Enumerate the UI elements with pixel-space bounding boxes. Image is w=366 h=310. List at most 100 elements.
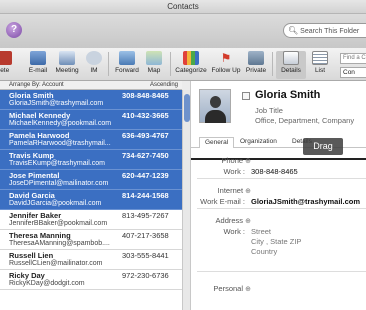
divider	[197, 271, 366, 272]
contact-name: Theresa Manning	[9, 231, 71, 240]
find-contact-input[interactable]: Find a C	[340, 53, 366, 64]
toolbar: ? 🔍︎Search This Folder s	[0, 14, 366, 62]
arrange-by-label[interactable]: Arrange By: Account	[9, 82, 64, 88]
flag-icon: ⚑	[220, 51, 232, 65]
contact-phone: 636-493-4767	[122, 131, 169, 140]
search-field[interactable]: 🔍︎ Search This Folder	[283, 23, 366, 38]
tab-general[interactable]: General	[199, 137, 235, 148]
work-email-label: Work E-mail :	[200, 197, 245, 206]
forward-label: Forward	[115, 67, 139, 74]
contact-phone: 620-447-1239	[122, 171, 169, 180]
contact-name: David Garcia	[9, 191, 55, 200]
work-phone-value[interactable]: 308-848-8465	[251, 167, 298, 176]
contact-email: TheresaAManning@spambob....	[9, 240, 110, 247]
office-field[interactable]: Office, Department, Company	[255, 116, 354, 125]
contact-row[interactable]: David Garcia 814-244-1568 DavidJGarcia@p…	[0, 190, 182, 210]
contact-row[interactable]: Gloria Smith 308-848-8465 GloriaJSmith@t…	[0, 90, 182, 110]
contact-name: Pamela Harwood	[9, 131, 70, 140]
avatar-head	[210, 96, 221, 108]
contact-email: PamelaRHarwood@trashymail...	[9, 140, 111, 147]
contact-phone: 410-432-3665	[122, 111, 169, 120]
job-title-field[interactable]: Job Title	[255, 106, 283, 115]
contact-row[interactable]: Jose Pimental 620-447-1239 JoseDPimental…	[0, 170, 182, 190]
map-label: Map	[147, 67, 161, 74]
contact-email: GloriaJSmith@trashymail.com	[9, 100, 104, 107]
add-personal-icon[interactable]: ⊕	[245, 286, 251, 293]
im-icon	[86, 51, 102, 65]
sort-order-label[interactable]: Ascending	[150, 82, 178, 88]
categorize-button[interactable]: Categorize	[174, 51, 208, 79]
divider	[197, 208, 366, 209]
meeting-icon	[59, 51, 75, 65]
add-internet-icon[interactable]: ⊕	[245, 188, 251, 195]
divider	[197, 178, 366, 179]
tab-organization[interactable]: Organization	[235, 137, 282, 148]
contact-email: MichaelKennedy@pookmail.com	[9, 120, 112, 127]
contact-name: Ricky Day	[9, 271, 45, 280]
delete-button[interactable]: lete	[0, 51, 12, 79]
list-scrollbar[interactable]	[182, 90, 190, 310]
contact-row[interactable]: Pamela Harwood 636-493-4767 PamelaRHarwo…	[0, 130, 182, 150]
contact-email: DavidJGarcia@pookmail.com	[9, 200, 102, 207]
help-button[interactable]: ?	[6, 22, 22, 38]
arrange-bar[interactable]: Arrange By: Account Ascending	[0, 81, 182, 90]
add-phone-icon[interactable]: ⊕	[245, 158, 251, 165]
follow-up-label: Follow Up	[211, 67, 241, 74]
phone-section-label: Phone ⊕	[197, 156, 251, 165]
contact-row[interactable]: Jennifer Baker 813-495-7267 JenniferBBak…	[0, 210, 182, 230]
work-address-label: Work :	[223, 227, 245, 236]
work-email-label-text: Work E-mail	[200, 197, 241, 206]
contact-row[interactable]: Michael Kennedy 410-432-3665 MichaelKenn…	[0, 110, 182, 130]
phone-section-text: Phone	[221, 156, 244, 165]
contact-checkbox[interactable]	[242, 92, 250, 100]
private-button[interactable]: Private	[244, 51, 268, 79]
add-address-icon[interactable]: ⊕	[245, 218, 251, 225]
im-button[interactable]: IM	[86, 51, 102, 79]
contact-full-name[interactable]: Gloria Smith	[255, 89, 320, 101]
email-icon	[30, 51, 46, 65]
avatar-body	[205, 110, 226, 123]
ribbon-divider	[170, 52, 171, 76]
categorize-label: Categorize	[175, 67, 207, 74]
internet-section-text: Internet	[217, 186, 244, 195]
contact-phone: 303-555-8441	[122, 251, 169, 260]
list-button[interactable]: List	[309, 51, 331, 79]
work-email-value[interactable]: GloriaJSmith@trashymail.com	[251, 197, 360, 206]
search-icon: 🔍︎	[288, 26, 299, 35]
details-button[interactable]: Details	[276, 51, 306, 79]
window-titlebar: Contacts	[0, 0, 366, 14]
contact-email: RussellCLien@mailinator.com	[9, 260, 103, 267]
contact-name: Jennifer Baker	[9, 211, 62, 220]
map-icon	[146, 51, 162, 65]
city-state-zip-field[interactable]: City , State ZIP	[251, 237, 301, 246]
contact-row[interactable]: Travis Kump 734-627-7450 TravisEKump@tra…	[0, 150, 182, 170]
contact-name: Jose Pimental	[9, 171, 60, 180]
contact-row[interactable]: Russell Lien 303-555-8441 RussellCLien@m…	[0, 250, 182, 270]
country-field[interactable]: Country	[251, 247, 277, 256]
work-phone-label: Work :	[223, 167, 245, 176]
map-button[interactable]: Map	[144, 51, 164, 79]
avatar[interactable]	[199, 89, 231, 123]
details-icon	[283, 51, 299, 65]
contact-detail-pane: Gloria Smith Job Title Office, Departmen…	[190, 81, 366, 310]
list-icon	[312, 51, 328, 65]
contact-name: Russell Lien	[9, 251, 54, 260]
contact-row[interactable]: Theresa Manning 407-217-3658 TheresaAMan…	[0, 230, 182, 250]
meeting-button[interactable]: Meeting	[54, 51, 80, 79]
contact-list: Gloria Smith 308-848-8465 GloriaJSmith@t…	[0, 90, 182, 310]
delete-label: lete	[0, 67, 10, 74]
contact-email: TravisEKump@trashymail.com	[9, 160, 105, 167]
contacts-selector[interactable]: Con	[340, 67, 366, 78]
street-field[interactable]: Street	[251, 227, 271, 236]
contact-phone: 972-230-6736	[122, 271, 169, 280]
categorize-icon	[183, 51, 199, 65]
follow-up-button[interactable]: ⚑ Follow Up	[210, 51, 242, 79]
work-phone-label-text: Work	[223, 167, 241, 176]
email-button[interactable]: E-mail	[26, 51, 50, 79]
contact-row[interactable]: Ricky Day 972-230-6736 RickyKDay@dodgit.…	[0, 270, 182, 290]
contact-phone: 813-495-7267	[122, 211, 169, 220]
forward-button[interactable]: Forward	[114, 51, 140, 79]
work-address-label-text: Work	[223, 227, 241, 236]
ribbon: lete E-mail Meeting IM Forward Map Categ…	[0, 48, 366, 81]
contact-phone: 308-848-8465	[122, 91, 169, 100]
